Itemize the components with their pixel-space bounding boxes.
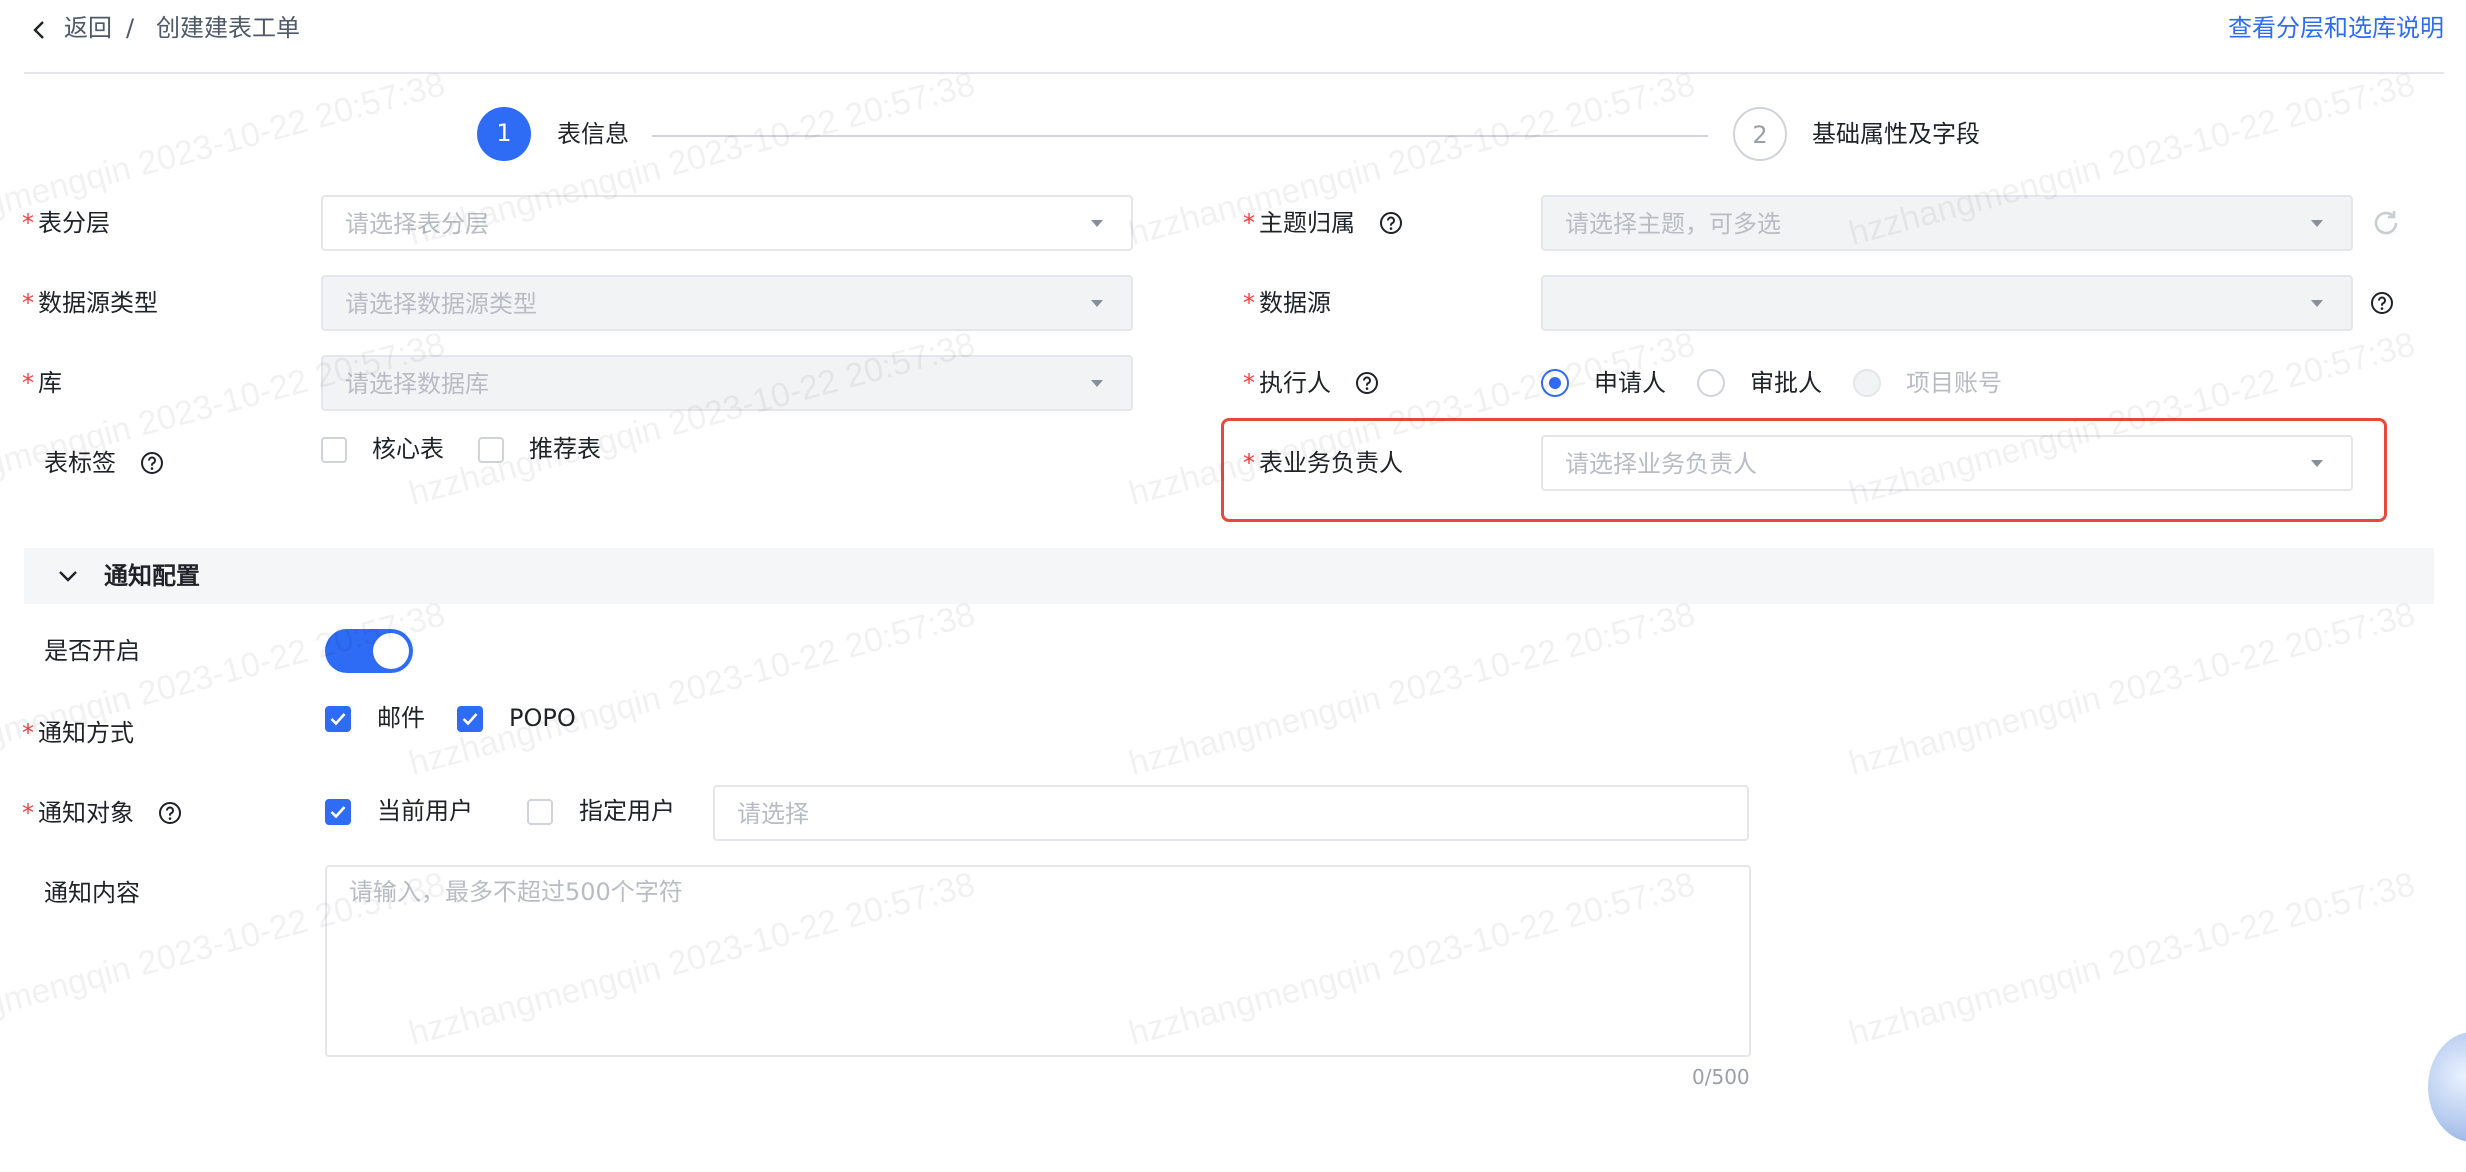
chevron-down-icon[interactable]: [56, 564, 80, 588]
topic-label: * 主题归属: [1243, 206, 1403, 240]
step-2-label[interactable]: 基础属性及字段: [1812, 116, 1980, 152]
question-circle-icon[interactable]: [1379, 211, 1403, 235]
watermark-text: hzzhangmengqin 2023-10-22 20:57:38: [404, 325, 979, 513]
email-checkbox[interactable]: [325, 706, 351, 732]
table-layer-select[interactable]: 请选择表分层: [321, 195, 1133, 251]
back-link[interactable]: 返回: [64, 10, 112, 46]
required-mark: *: [1243, 209, 1255, 237]
executor-approver-radio[interactable]: [1697, 369, 1725, 397]
page-header: 返回 / 创建建表工单 查看分层和选库说明: [24, 0, 2444, 74]
core-table-label: 核心表: [372, 435, 444, 463]
table-layer-label: * 表分层: [22, 209, 110, 237]
watermark-text: hzzhangmengqin 2023-10-22 20:57:38: [0, 325, 449, 513]
notify-method-label: * 通知方式: [22, 719, 134, 747]
char-counter: 0/500: [1692, 1065, 1750, 1089]
watermark-text: hzzhangmengqin 2023-10-22 20:57:38: [1124, 595, 1699, 783]
business-owner-select[interactable]: 请选择业务负责人: [1541, 435, 2353, 491]
popo-label: POPO: [509, 704, 576, 732]
assistant-float-button[interactable]: [2428, 1032, 2466, 1142]
enable-label: 是否开启: [44, 637, 140, 665]
specific-user-select[interactable]: 请选择: [713, 785, 1749, 841]
question-circle-icon[interactable]: [2370, 291, 2394, 315]
notify-content-textarea[interactable]: 请输入，最多不超过500个字符: [325, 865, 1751, 1057]
step-2-indicator[interactable]: 2: [1733, 107, 1787, 161]
question-circle-icon[interactable]: [140, 451, 164, 475]
executor-project-account-radio: [1853, 369, 1881, 397]
executor-approver-label: 审批人: [1750, 369, 1822, 397]
required-mark: *: [22, 719, 34, 747]
datasource-label: * 数据源: [1243, 289, 1331, 317]
caret-down-icon: [2311, 300, 2323, 307]
database-label: * 库: [22, 369, 62, 397]
notification-section-title: 通知配置: [104, 562, 200, 590]
specific-user-checkbox[interactable]: [527, 799, 553, 825]
topic-select[interactable]: 请选择主题，可多选: [1541, 195, 2353, 251]
datasource-select[interactable]: [1541, 275, 2353, 331]
executor-applicant-label: 申请人: [1594, 369, 1666, 397]
refresh-icon[interactable]: [2370, 207, 2402, 239]
table-tags-label: 表标签: [44, 446, 164, 480]
caret-down-icon: [1091, 380, 1103, 387]
step-connector: [652, 135, 1708, 137]
current-user-checkbox[interactable]: [325, 799, 351, 825]
required-mark: *: [1243, 449, 1255, 477]
required-mark: *: [22, 799, 34, 827]
recommend-table-label: 推荐表: [529, 435, 601, 463]
caret-down-icon: [2311, 220, 2323, 227]
watermark-text: hzzhangmengqin 2023-10-22 20:57:38: [1844, 865, 2419, 1053]
step-1-label: 表信息: [557, 120, 629, 148]
executor-label: * 执行人: [1243, 366, 1379, 400]
question-circle-icon[interactable]: [158, 801, 182, 825]
required-mark: *: [22, 209, 34, 237]
database-select[interactable]: 请选择数据库: [321, 355, 1133, 411]
required-mark: *: [1243, 369, 1255, 397]
datasource-type-select[interactable]: 请选择数据源类型: [321, 275, 1133, 331]
required-mark: *: [22, 369, 34, 397]
recommend-table-checkbox[interactable]: [478, 437, 504, 463]
enable-toggle[interactable]: [325, 629, 413, 673]
watermark-text: hzzhangmengqin 2023-10-22 20:57:38: [404, 595, 979, 783]
datasource-type-label: * 数据源类型: [22, 289, 158, 317]
popo-checkbox[interactable]: [457, 706, 483, 732]
required-mark: *: [1243, 289, 1255, 317]
caret-down-icon: [1091, 220, 1103, 227]
notify-content-label: 通知内容: [44, 879, 140, 907]
current-user-label: 当前用户: [377, 797, 473, 825]
page-title: 创建建表工单: [156, 14, 300, 42]
notify-target-label: * 通知对象: [22, 796, 182, 830]
specific-user-label: 指定用户: [579, 797, 675, 825]
required-mark: *: [22, 289, 34, 317]
layer-doc-link[interactable]: 查看分层和选库说明: [2228, 10, 2444, 46]
executor-project-account-label: 项目账号: [1906, 369, 2002, 397]
question-circle-icon[interactable]: [1355, 371, 1379, 395]
notification-section-header[interactable]: 通知配置: [24, 548, 2434, 604]
chevron-left-icon[interactable]: [28, 18, 52, 42]
executor-applicant-radio[interactable]: [1541, 369, 1569, 397]
watermark-text: hzzhangmengqin 2023-10-22 20:57:38: [1844, 595, 2419, 783]
step-1-indicator: 1: [477, 107, 531, 161]
caret-down-icon: [2311, 460, 2323, 467]
business-owner-label: * 表业务负责人: [1243, 449, 1403, 477]
breadcrumb-separator: /: [126, 14, 135, 42]
caret-down-icon: [1091, 300, 1103, 307]
toggle-knob: [373, 633, 409, 669]
email-label: 邮件: [377, 704, 425, 732]
watermark-text: hzzhangmengqin 2023-10-22 20:57:38: [0, 595, 449, 783]
core-table-checkbox[interactable]: [321, 437, 347, 463]
